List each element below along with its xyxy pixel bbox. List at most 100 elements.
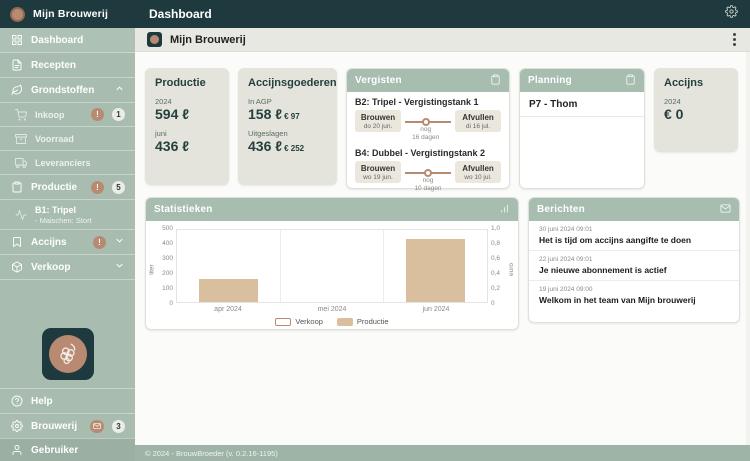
message-item[interactable]: 22 juni 2024 09:01 Je nieuwe abonnement … [529, 251, 739, 281]
metric-value: 436 ℓ [155, 138, 219, 154]
sidebar-item-productie[interactable]: Productie ! 5 [0, 175, 135, 200]
card-title: Statistieken [154, 204, 213, 215]
sidebar-item-label: Help [31, 396, 125, 407]
plot-column-mei [281, 230, 385, 302]
main-area: Dashboard Mijn Brouwerij Productie 2024 … [135, 0, 750, 461]
fermentation-name: B4: Dubbel - Vergistingstank 2 [355, 148, 501, 158]
sidebar-item-grondstoffen[interactable]: Grondstoffen [0, 78, 135, 103]
metric-value: € 0 [664, 106, 728, 122]
plot-column-apr [177, 230, 281, 302]
bar-productie [199, 279, 259, 302]
message-date: 30 juni 2024 09:01 [539, 226, 729, 233]
user-icon [10, 444, 23, 457]
metric-label: Uitgeslagen [248, 129, 327, 138]
batch-step: - Maischen: Stort [35, 216, 125, 225]
chevron-down-icon[interactable] [114, 233, 125, 251]
sidebar-item-voorraad[interactable]: Voorraad [0, 127, 135, 151]
metric-label: 2024 [155, 97, 219, 106]
days-remaining: nog10 dagen [414, 177, 441, 193]
card-header-statistieken: Statistieken [146, 198, 518, 221]
progress-marker [424, 169, 432, 177]
sidebar-item-recepten[interactable]: Recepten [0, 53, 135, 78]
app-window: Mijn Brouwerij Dashboard Recepten Gronds… [0, 0, 750, 461]
y-axis-left-title: liter [149, 264, 156, 274]
card-productie: Productie 2024 594 ℓ juni 436 ℓ [145, 68, 229, 185]
sidebar-item-dashboard[interactable]: Dashboard [0, 28, 135, 53]
mail-icon [720, 201, 731, 219]
metric-label: 2024 [664, 97, 728, 106]
sidebar-item-label: Inkoop [35, 110, 83, 120]
message-date: 22 juni 2024 09:01 [539, 256, 729, 263]
sidebar-item-label: Verkoop [31, 262, 106, 273]
brewery-logo-icon [10, 7, 25, 22]
card-title: Vergisten [355, 75, 402, 86]
card-accijnsgoederen: Accijnsgoederen In AGP 158 ℓ€ 97 Uitgesl… [238, 68, 337, 185]
progress-line: nog10 dagen [405, 172, 451, 174]
legend-productie: Productie [337, 317, 389, 326]
sidebar-item-inkoop[interactable]: Inkoop ! 1 [0, 103, 135, 127]
sidebar-item-label: Productie [31, 182, 83, 193]
planning-item[interactable]: P7 - Thom [520, 92, 644, 117]
brewery-subheader: Mijn Brouwerij [135, 28, 750, 52]
sidebar-item-leveranciers[interactable]: Leveranciers [0, 151, 135, 175]
sidebar-item-gebruiker[interactable]: Gebruiker [0, 438, 135, 461]
sidebar-item-help[interactable]: Help [0, 388, 135, 413]
alert-badge: ! [91, 181, 104, 194]
batch-name: B1: Tripel [35, 205, 125, 215]
y-axis-right: euro 1,00,80,60,40,20 [488, 229, 512, 303]
count-badge: 5 [112, 181, 125, 194]
message-date: 19 juni 2024 09:00 [539, 286, 729, 293]
cart-icon [14, 108, 27, 121]
dashboard-grid-icon [10, 34, 23, 47]
batch-status: B1: Tripel - Maischen: Stort [35, 205, 125, 225]
fermentation-name: B2: Tripel - Vergistingstank 1 [355, 97, 501, 107]
card-title: Accijnsgoederen [248, 77, 327, 89]
message-item[interactable]: 19 juni 2024 09:00 Welkom in het team va… [529, 281, 739, 310]
archive-box-icon [14, 132, 27, 145]
fermentation-item: B4: Dubbel - Vergistingstank 2 Brouwen w… [347, 143, 509, 183]
chart: liter 5004003002001000 [146, 221, 518, 332]
stage-chip-afvullen: Afvullen wo 10 jul. [455, 161, 501, 183]
topbar: Dashboard [135, 0, 750, 28]
sidebar-item-label: Brouwerij [31, 421, 82, 432]
fermentation-timeline: Brouwen do 20 jun. nog16 dagen Afvullen … [355, 110, 501, 132]
metric-label: In AGP [248, 97, 327, 106]
card-title: Accijns [664, 77, 728, 89]
sidebar-item-brouwerij[interactable]: Brouwerij 3 [0, 413, 135, 438]
clipboard-icon [10, 181, 23, 194]
metric-euro: € 252 [284, 144, 304, 153]
card-planning: Planning P7 - Thom [519, 68, 645, 189]
stage-chip-brouwen: Brouwen do 20 jun. [355, 110, 401, 132]
stage-chip-brouwen: Brouwen wo 19 jun. [355, 161, 401, 183]
activity-icon [14, 208, 27, 221]
y-axis-right-title: euro [508, 263, 515, 276]
kebab-menu-icon[interactable] [729, 30, 740, 49]
count-badge: 1 [112, 108, 125, 121]
x-axis-labels: apr 2024 mei 2024 jun 2024 [176, 306, 488, 313]
card-header-vergisten: Vergisten [347, 69, 509, 92]
sidebar-item-b1-tripel[interactable]: B1: Tripel - Maischen: Stort [0, 200, 135, 230]
chevron-up-icon[interactable] [114, 81, 125, 99]
metric-productie-juni: juni 436 ℓ [155, 129, 219, 154]
scrollbar[interactable] [746, 52, 750, 445]
metric-uitgeslagen: Uitgeslagen 436 ℓ€ 252 [248, 129, 327, 154]
sidebar-item-label: Dashboard [31, 35, 125, 46]
chevron-down-icon[interactable] [114, 258, 125, 276]
settings-gear-icon[interactable] [725, 5, 738, 23]
chart-legend: Verkoop Productie [152, 317, 512, 330]
sidebar-item-verkoop[interactable]: Verkoop [0, 255, 135, 280]
progress-marker [422, 118, 430, 126]
sidebar-item-label: Gebruiker [31, 445, 125, 456]
count-badge: 3 [112, 420, 125, 433]
hop-logo-icon [49, 335, 87, 373]
message-item[interactable]: 30 juni 2024 09:01 Het is tijd om accijn… [529, 221, 739, 251]
card-header-planning: Planning [520, 69, 644, 92]
sidebar: Mijn Brouwerij Dashboard Recepten Gronds… [0, 0, 135, 461]
fermentation-timeline: Brouwen wo 19 jun. nog10 dagen Afvullen … [355, 161, 501, 183]
sidebar-item-label: Accijns [31, 237, 85, 248]
sidebar-item-accijns[interactable]: Accijns ! [0, 230, 135, 255]
metric-value: 436 ℓ€ 252 [248, 138, 327, 154]
package-icon [10, 261, 23, 274]
sidebar-bottom: Help Brouwerij 3 Gebruiker [0, 388, 135, 461]
metric-euro: € 97 [284, 112, 300, 121]
